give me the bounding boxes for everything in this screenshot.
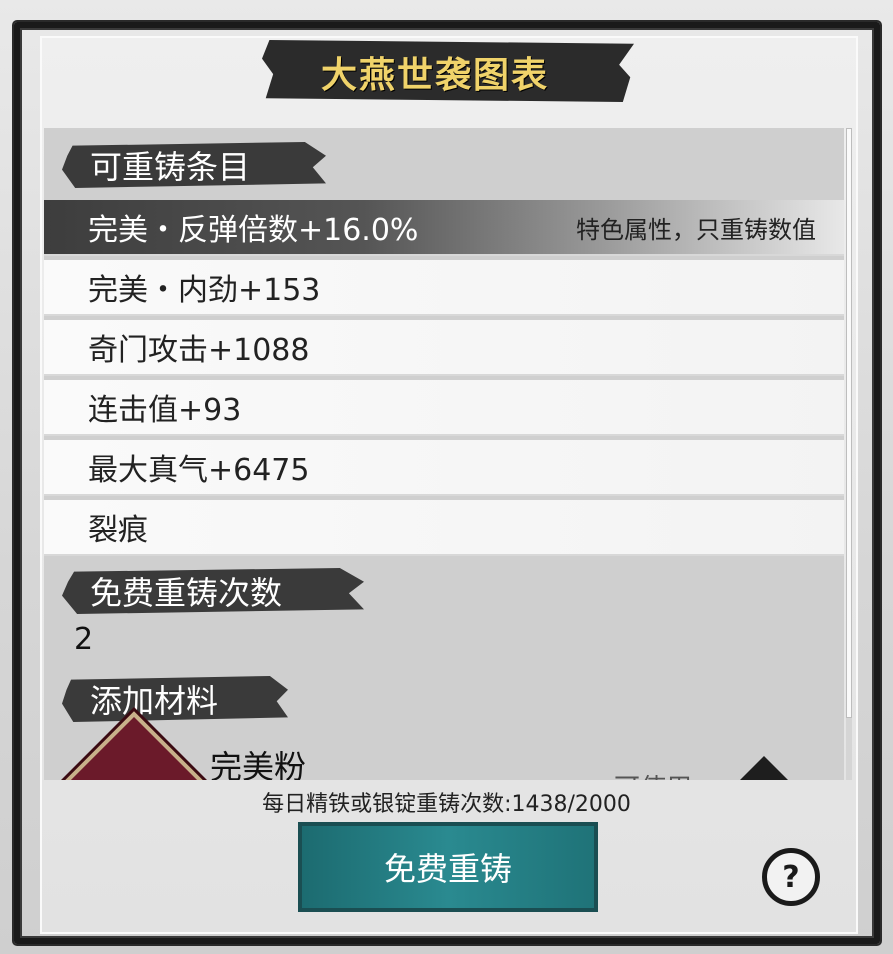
item-label: 连击值+93 bbox=[88, 393, 242, 428]
item-label: 最大真气+6475 bbox=[88, 453, 310, 488]
free-count-value: 2 bbox=[74, 622, 94, 657]
item-row-5[interactable]: 最大真气+6475 bbox=[44, 440, 844, 496]
item-row-6[interactable]: 裂痕 bbox=[44, 500, 844, 556]
daily-reforge-count: 每日精铁或银锭重铸次数:1438/2000 bbox=[262, 792, 631, 817]
material-name: 完美粉 bbox=[210, 748, 307, 780]
section-reforgeable-items: 可重铸条目 bbox=[62, 142, 326, 188]
item-row-1[interactable]: 完美・反弹倍数+16.0% 特色属性，只重铸数值 bbox=[44, 200, 844, 256]
item-label: 完美・内劲+153 bbox=[88, 273, 321, 308]
scroll-area[interactable]: 可重铸条目 完美・反弹倍数+16.0% 特色属性，只重铸数值 完美・内劲+153… bbox=[44, 128, 844, 780]
item-label: 完美・反弹倍数+16.0% bbox=[88, 213, 419, 248]
item-label: 奇门攻击+1088 bbox=[88, 333, 310, 368]
section-free-reforge-count: 免费重铸次数 bbox=[62, 568, 364, 614]
page-title: 大燕世袭图表 bbox=[320, 55, 549, 96]
help-icon[interactable]: ? bbox=[762, 848, 820, 906]
scrollbar[interactable] bbox=[846, 128, 852, 780]
scrollbar-thumb[interactable] bbox=[846, 128, 852, 718]
free-reforge-button[interactable]: 免费重铸 bbox=[298, 822, 598, 912]
material-status: 可使用 bbox=[614, 768, 692, 780]
section-add-material: 添加材料 bbox=[62, 676, 288, 722]
item-row-4[interactable]: 连击值+93 bbox=[44, 380, 844, 436]
item-row-3[interactable]: 奇门攻击+1088 bbox=[44, 320, 844, 376]
item-row-2[interactable]: 完美・内劲+153 bbox=[44, 260, 844, 316]
item-hint: 特色属性，只重铸数值 bbox=[576, 215, 816, 244]
arrow-up-icon[interactable] bbox=[734, 756, 794, 780]
item-label: 裂痕 bbox=[88, 513, 148, 548]
